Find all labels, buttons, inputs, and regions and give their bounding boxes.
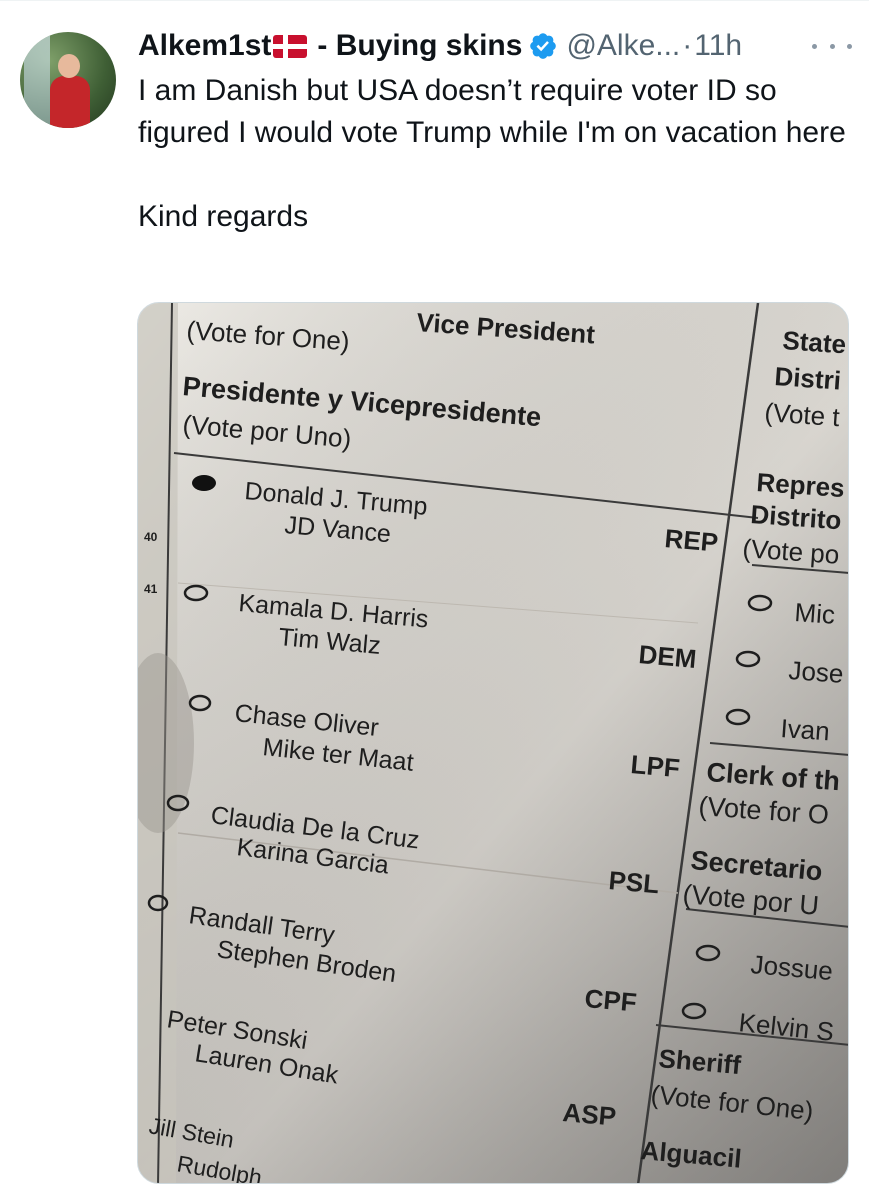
avatar-person-body: [50, 76, 90, 128]
candidate-party: ASP: [561, 1097, 617, 1132]
ballot-row-number-41: 41: [144, 582, 158, 596]
ballot-row-number-40: 40: [144, 530, 158, 544]
candidate-party: LPF: [629, 749, 681, 783]
tweet[interactable]: Alkem1st - Buying skins @Alke... · 11h I…: [0, 0, 869, 1200]
race-state-district-2: Distri: [774, 361, 842, 396]
display-name[interactable]: Alkem1st: [138, 29, 271, 63]
denmark-flag-icon: [273, 34, 308, 58]
rep-candidate-name: Ivan: [780, 713, 831, 746]
separator: ·: [682, 29, 693, 62]
avatar-background: [24, 32, 50, 128]
handle[interactable]: @Alke...: [566, 29, 680, 63]
rep-candidate-name: Jose: [788, 655, 845, 689]
candidate-party: REP: [663, 523, 719, 558]
avatar[interactable]: [20, 32, 116, 128]
race-representative-district: Distrito: [750, 499, 843, 535]
more-options-icon[interactable]: [812, 32, 852, 60]
tweet-media-ballot-photo[interactable]: Vice President (Vote for One) Presidente…: [137, 302, 849, 1184]
candidate-party: PSL: [607, 865, 660, 899]
top-divider: [0, 0, 869, 1]
ballot-photo: Vice President (Vote for One) Presidente…: [138, 303, 848, 1183]
timestamp[interactable]: 11h: [694, 29, 742, 63]
avatar-person-head: [58, 54, 80, 78]
tweet-header: Alkem1st - Buying skins @Alke... · 11h: [138, 26, 742, 66]
race-representative: Repres: [756, 467, 846, 503]
candidate-party: DEM: [637, 639, 697, 674]
candidate-party: CPF: [583, 983, 637, 1017]
tweet-text: I am Danish but USA doesn’t require vote…: [138, 74, 846, 233]
race-state-district: State: [782, 325, 848, 359]
verified-badge-icon[interactable]: [528, 31, 558, 61]
rep-candidate-name: Mic: [794, 597, 836, 630]
ballot-oval-filled: [192, 475, 216, 491]
race-state-vote: (Vote t: [764, 397, 842, 432]
display-name-suffix[interactable]: - Buying skins: [317, 29, 522, 63]
